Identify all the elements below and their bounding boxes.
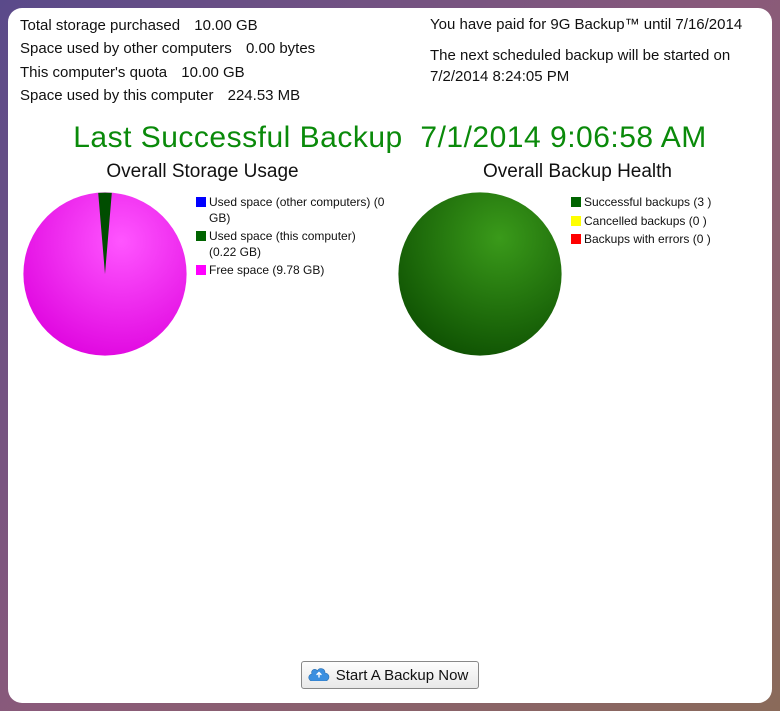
other-space-label: Space used by other computers [20,37,232,60]
swatch-icon [571,234,581,244]
quota-value: 10.00 GB [181,61,244,84]
legend-label: Cancelled backups (0 ) [584,214,707,230]
cloud-upload-icon [308,665,330,685]
health-chart-title: Overall Backup Health [483,161,672,183]
legend-label: Used space (other computers) (0 GB) [209,195,385,226]
health-pie-chart [395,189,565,359]
legend-item: Free space (9.78 GB) [196,263,385,279]
legend-item: Cancelled backups (0 ) [571,214,711,230]
subscription-info: You have paid for 9G Backup™ until 7/16/… [430,14,760,107]
last-backup-prefix: Last Successful Backup [73,121,403,154]
swatch-icon [196,197,206,207]
bottom-bar: Start A Backup Now [8,661,772,689]
swatch-icon [196,231,206,241]
swatch-icon [196,265,206,275]
health-legend: Successful backups (3 ) Cancelled backup… [571,195,711,251]
storage-legend: Used space (other computers) (0 GB) Used… [196,195,385,282]
legend-item: Used space (other computers) (0 GB) [196,195,385,226]
legend-item: Backups with errors (0 ) [571,232,711,248]
total-storage-label: Total storage purchased [20,14,180,37]
legend-label: Used space (this computer) (0.22 GB) [209,229,385,260]
legend-item: Used space (this computer) (0.22 GB) [196,229,385,260]
last-backup-heading: Last Successful Backup 7/1/2014 9:06:58 … [20,121,760,155]
charts-row: Overall Storage Usage [20,161,760,359]
main-window: Total storage purchased 10.00 GB Space u… [8,8,772,703]
legend-item: Successful backups (3 ) [571,195,711,211]
this-space-value: 224.53 MB [228,84,301,107]
start-backup-label: Start A Backup Now [336,667,469,684]
storage-pie-chart [20,189,190,359]
next-backup-text: The next scheduled backup will be starte… [430,45,760,87]
swatch-icon [571,216,581,226]
total-storage-value: 10.00 GB [194,14,257,37]
start-backup-button[interactable]: Start A Backup Now [301,661,480,689]
this-space-label: Space used by this computer [20,84,213,107]
paid-until-text: You have paid for 9G Backup™ until 7/16/… [430,14,760,35]
top-info-row: Total storage purchased 10.00 GB Space u… [20,14,760,107]
legend-label: Successful backups (3 ) [584,195,711,211]
health-chart-col: Overall Backup Health [395,161,760,359]
last-backup-timestamp: 7/1/2014 9:06:58 AM [420,121,706,154]
legend-label: Free space (9.78 GB) [209,263,324,279]
swatch-icon [571,197,581,207]
storage-chart-col: Overall Storage Usage [20,161,385,359]
other-space-value: 0.00 bytes [246,37,315,60]
storage-stats: Total storage purchased 10.00 GB Space u… [20,14,315,107]
legend-label: Backups with errors (0 ) [584,232,711,248]
storage-chart-title: Overall Storage Usage [106,161,298,183]
quota-label: This computer's quota [20,61,167,84]
